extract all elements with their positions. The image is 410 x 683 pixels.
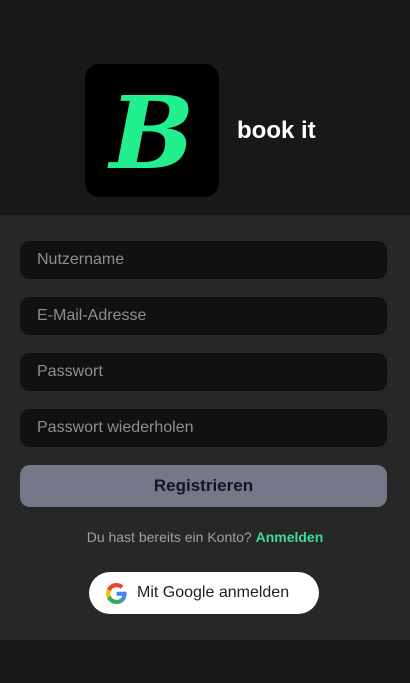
register-button[interactable]: Registrieren [20, 465, 387, 507]
app-header: B book it [0, 0, 410, 215]
password-input[interactable] [20, 353, 387, 391]
logo-b-icon: B [107, 74, 195, 192]
google-signin-label: Mit Google anmelden [137, 584, 290, 601]
app-logo: B [85, 64, 219, 197]
page-footer [0, 640, 410, 683]
login-prompt-text: Du hast bereits ein Konto? [86, 529, 252, 545]
google-signin-button[interactable]: Mit Google anmelden [89, 572, 319, 614]
login-link[interactable]: Anmelden [256, 529, 324, 545]
password-repeat-input[interactable] [20, 409, 387, 447]
google-g-icon [106, 582, 127, 604]
username-input[interactable] [20, 241, 387, 279]
email-input[interactable] [20, 297, 387, 335]
register-form: Registrieren Du hast bereits ein Konto? … [0, 215, 410, 640]
app-name: book it [237, 117, 316, 144]
svg-text:B: B [107, 74, 195, 192]
login-hint: Du hast bereits ein Konto? Anmelden [0, 528, 410, 546]
